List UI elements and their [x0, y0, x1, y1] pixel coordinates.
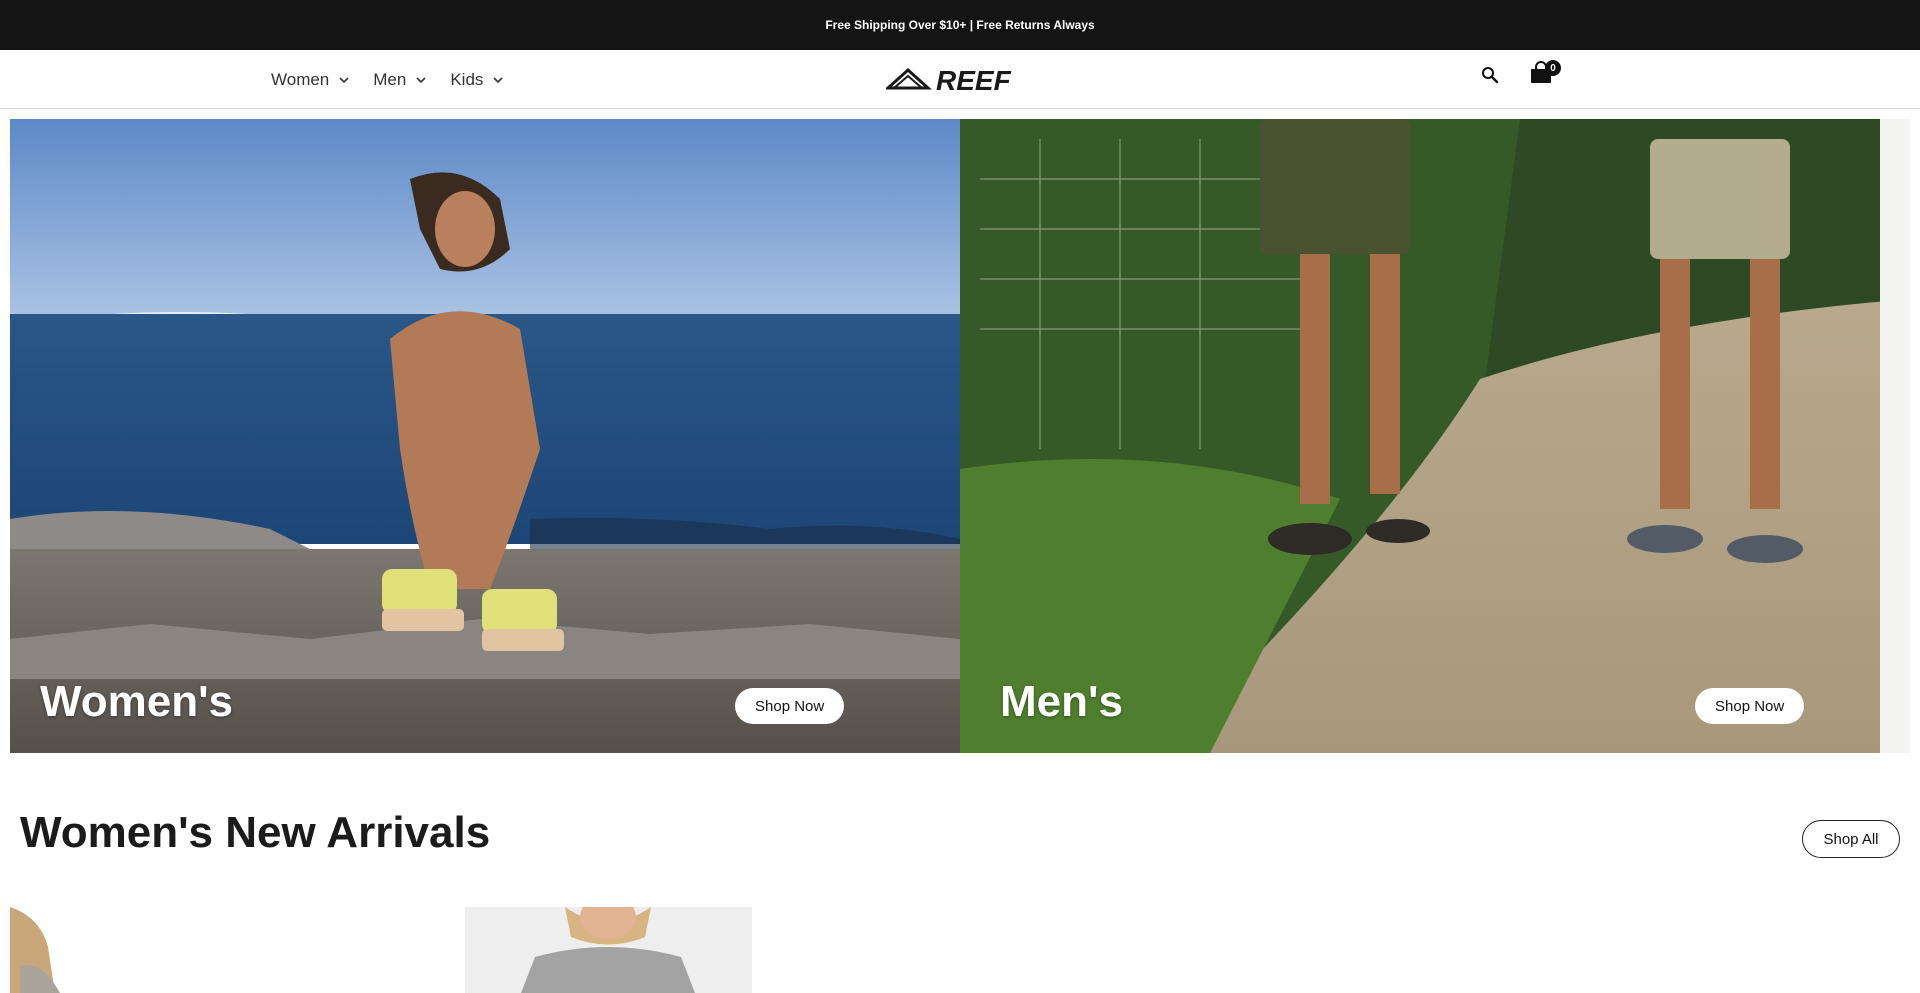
announcement-bar: Free Shipping Over $10+ | Free Returns A…	[0, 0, 1920, 50]
chevron-down-icon	[339, 76, 349, 83]
nav-item-women[interactable]: Women	[271, 70, 351, 90]
reef-logo[interactable]: REEF	[886, 64, 1020, 94]
logo-text: REEF	[936, 65, 1012, 94]
womens-hero-image	[10, 119, 960, 753]
chevron-down-icon	[416, 76, 426, 83]
chevron-down-icon	[493, 76, 503, 83]
womens-shop-now-button[interactable]: Shop Now	[735, 688, 845, 724]
site-header: Women Men Kids REEF	[0, 50, 1920, 109]
product-card-image[interactable]	[10, 907, 130, 993]
nav-item-label: Men	[373, 69, 407, 89]
mens-hero-panel[interactable]: Men's Shop Now	[960, 119, 1910, 753]
nav-item-men[interactable]: Men	[373, 70, 428, 90]
shop-all-button[interactable]: Shop All	[1802, 820, 1900, 858]
mens-hero-image	[960, 119, 1910, 753]
mens-title: Men's	[1000, 677, 1123, 726]
mens-shop-now-button[interactable]: Shop Now	[1695, 688, 1805, 724]
womens-title: Women's	[40, 677, 234, 726]
nav-item-kids[interactable]: Kids	[450, 70, 505, 90]
womens-hero-panel[interactable]: Women's Shop Now	[10, 119, 960, 753]
announcement-text: Free Shipping Over $10+ | Free Returns A…	[825, 18, 1095, 32]
section-title: Women's New Arrivals	[20, 808, 491, 857]
product-card-image[interactable]	[465, 907, 752, 993]
main-nav: Women Men Kids	[271, 50, 505, 109]
search-icon[interactable]	[1481, 66, 1499, 84]
cart-count-badge: 0	[1545, 60, 1561, 76]
nav-item-label: Kids	[450, 69, 484, 89]
nav-item-label: Women	[271, 69, 330, 89]
hero-banner: Women's Shop Now Men's Shop Now	[10, 119, 1910, 753]
